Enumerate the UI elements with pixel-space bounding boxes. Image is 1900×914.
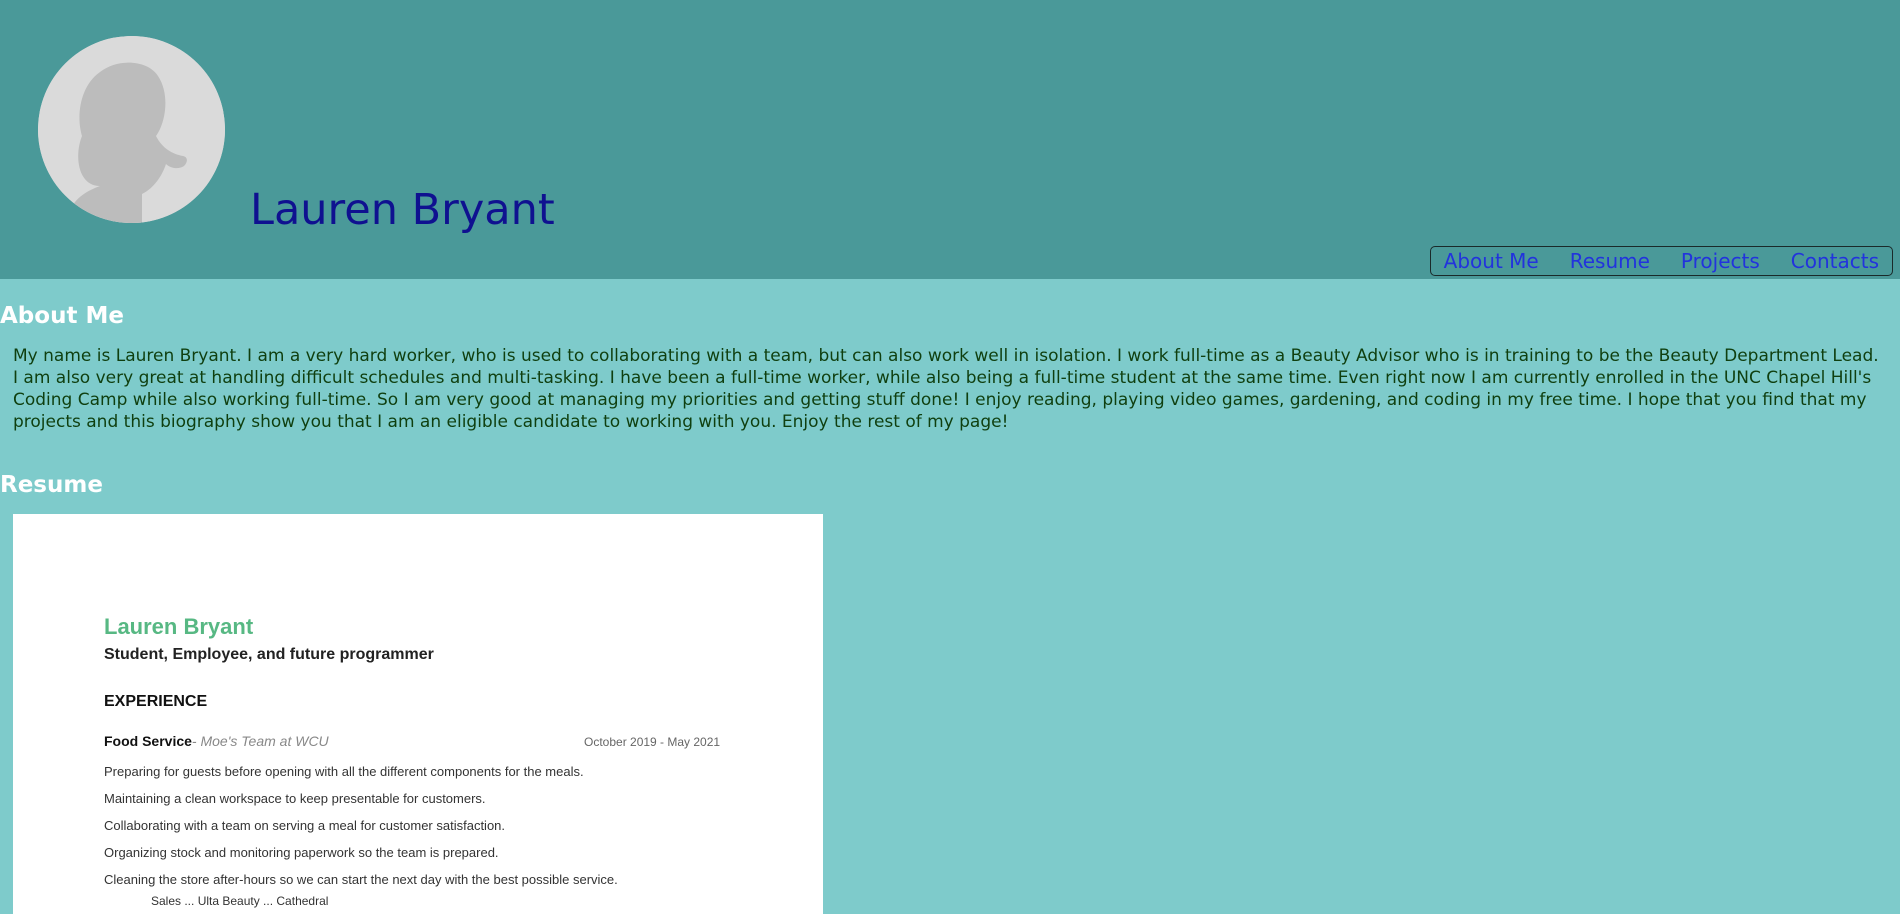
about-bio-text: My name is Lauren Bryant. I am a very ha… bbox=[13, 346, 1879, 432]
page-title: Lauren Bryant bbox=[250, 185, 555, 235]
person-silhouette-icon bbox=[38, 36, 225, 223]
resume-job-org: - Moe's Team at WCU bbox=[191, 733, 329, 749]
resume-cut-line: Sales ... Ulta Beauty ... Cathedral bbox=[151, 894, 329, 908]
site-header: Lauren Bryant About Me Resume Projects C… bbox=[0, 0, 1900, 279]
resume-section-heading: EXPERIENCE bbox=[104, 693, 208, 710]
nav-link-resume[interactable]: Resume bbox=[1570, 249, 1650, 273]
nav-link-about-me[interactable]: About Me bbox=[1444, 249, 1539, 273]
main-nav: About Me Resume Projects Contacts bbox=[1429, 246, 1893, 276]
nav-link-projects[interactable]: Projects bbox=[1681, 249, 1760, 273]
list-item: Cleaning the store after-hours so we can… bbox=[104, 872, 618, 887]
list-item: Maintaining a clean workspace to keep pr… bbox=[104, 791, 486, 806]
list-item: Collaborating with a team on serving a m… bbox=[104, 818, 506, 833]
resume-name: Lauren Bryant bbox=[104, 614, 254, 639]
resume-heading: Resume bbox=[0, 472, 103, 498]
list-item: Preparing for guests before opening with… bbox=[104, 764, 584, 779]
resume-tagline: Student, Employee, and future programmer bbox=[104, 646, 434, 663]
about-heading: About Me bbox=[0, 303, 124, 329]
nav-link-contacts[interactable]: Contacts bbox=[1791, 249, 1879, 273]
list-item: Organizing stock and monitoring paperwor… bbox=[104, 845, 499, 860]
profile-avatar bbox=[38, 36, 225, 223]
resume-job-line: Food Service- Moe's Team at WCU bbox=[104, 733, 329, 749]
resume-image: Lauren Bryant Student, Employee, and fut… bbox=[13, 514, 823, 914]
resume-duties-list: Preparing for guests before opening with… bbox=[104, 758, 618, 893]
resume-job-dates: October 2019 - May 2021 bbox=[584, 735, 721, 749]
resume-job-title: Food Service bbox=[104, 733, 192, 749]
